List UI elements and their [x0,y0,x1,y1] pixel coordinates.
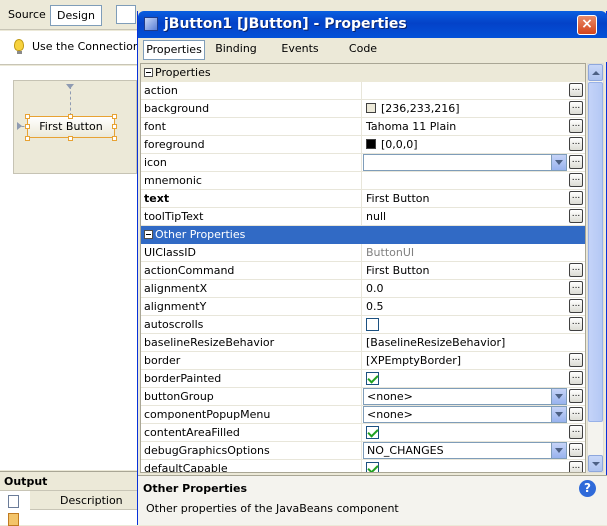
tab-design[interactable]: Design [50,5,102,26]
guide-line [70,86,71,116]
ellipsis-button[interactable]: ... [569,317,583,331]
contentareafilled-checkbox[interactable] [366,426,379,439]
chevron-down-icon[interactable] [551,155,566,170]
ellipsis-button[interactable]: ... [569,299,583,313]
autoscrolls-checkbox[interactable] [366,318,379,331]
debuggraphicsoptions-combo[interactable]: NO_CHANGES [363,442,567,459]
ellipsis-button[interactable]: ... [569,173,583,187]
tab-source[interactable]: Source [2,5,52,26]
scroll-down-icon[interactable] [588,455,603,472]
buttongroup-combo[interactable]: <none> [363,388,567,405]
chevron-down-icon[interactable] [551,443,566,458]
resize-handle[interactable] [112,124,117,129]
ellipsis-button[interactable]: ... [569,353,583,367]
property-row-action[interactable]: action ... [141,82,585,100]
resize-handle[interactable] [68,136,73,141]
property-row-alignmentx[interactable]: alignmentX 0.0 ... [141,280,585,298]
property-row-borderpainted[interactable]: borderPainted ... [141,370,585,388]
property-row-buttongroup[interactable]: buttonGroup <none> ... [141,388,585,406]
property-row-icon[interactable]: icon ... [141,154,585,172]
folder-icon [8,513,19,526]
category-properties[interactable]: Properties [141,64,585,82]
resize-handle[interactable] [112,136,117,141]
resize-handle[interactable] [25,124,30,129]
ellipsis-button[interactable]: ... [569,281,583,295]
collapse-icon[interactable] [144,68,153,77]
hint-text: Use the Connection M [32,40,153,53]
description-panel: Other Properties Other properties of the… [138,475,607,525]
resize-handle[interactable] [112,114,117,119]
properties-window: jButton1 [JButton] - Properties × Proper… [137,11,607,525]
description-title: Other Properties [143,482,247,495]
bean-icon [144,17,158,31]
ellipsis-button[interactable]: ... [569,425,583,439]
ellipsis-button[interactable]: ... [569,155,583,169]
properties-tabs: Properties Binding Events Code [138,38,607,62]
property-row-componentpopupmenu[interactable]: componentPopupMenu <none> ... [141,406,585,424]
property-row-foreground[interactable]: foreground [0,0,0] ... [141,136,585,154]
ellipsis-button[interactable]: ... [569,407,583,421]
property-row-alignmenty[interactable]: alignmentY 0.5 ... [141,298,585,316]
title-bar[interactable]: jButton1 [JButton] - Properties × [138,11,607,38]
resize-handle[interactable] [25,114,30,119]
color-swatch [366,103,376,113]
window-title: jButton1 [JButton] - Properties [164,16,407,32]
ellipsis-button[interactable]: ... [569,389,583,403]
lightbulb-icon [14,39,24,54]
tab-binding[interactable]: Binding [210,40,262,60]
collapse-icon[interactable] [144,230,153,239]
description-text: Other properties of the JavaBeans compon… [146,502,399,515]
property-row-baselineresizebehavior[interactable]: baselineResizeBehavior [BaselineResizeBe… [141,334,585,352]
resize-handle[interactable] [25,136,30,141]
scroll-up-icon[interactable] [588,64,603,81]
property-row-actioncommand[interactable]: actionCommand First Button ... [141,262,585,280]
tab-properties[interactable]: Properties [143,40,205,60]
componentpopupmenu-combo[interactable]: <none> [363,406,567,423]
document-icon [8,495,19,508]
property-row-uiclassid[interactable]: UIClassID ButtonUI [141,244,585,262]
ellipsis-button[interactable]: ... [569,371,583,385]
ellipsis-button[interactable]: ... [569,191,583,205]
chevron-down-icon[interactable] [551,407,566,422]
ellipsis-button[interactable]: ... [569,83,583,97]
vertical-scrollbar[interactable] [587,63,604,473]
category-other-properties[interactable]: Other Properties [141,226,585,244]
ellipsis-button[interactable]: ... [569,263,583,277]
chevron-down-icon[interactable] [551,389,566,404]
borderpainted-checkbox[interactable] [366,372,379,385]
output-column-description[interactable]: Description [30,491,150,510]
ellipsis-button[interactable]: ... [569,209,583,223]
ellipsis-button[interactable]: ... [569,137,583,151]
property-sheet: Properties action ... background [236,23… [140,63,586,473]
property-row-contentareafilled[interactable]: contentAreaFilled ... [141,424,585,442]
close-button[interactable]: × [577,15,597,35]
scroll-thumb[interactable] [588,82,603,422]
color-swatch [366,139,376,149]
ellipsis-button[interactable]: ... [569,461,583,472]
design-first-button[interactable]: First Button [27,116,115,138]
ellipsis-button[interactable]: ... [569,119,583,133]
property-row-tooltiptext[interactable]: toolTipText null ... [141,208,585,226]
property-row-text[interactable]: text First Button ... [141,190,585,208]
ellipsis-button[interactable]: ... [569,101,583,115]
property-row-mnemonic[interactable]: mnemonic ... [141,172,585,190]
property-row-font[interactable]: font Tahoma 11 Plain ... [141,118,585,136]
selection-mode-icon[interactable] [116,5,136,24]
defaultcapable-checkbox[interactable] [366,462,379,472]
resize-handle[interactable] [68,114,73,119]
property-row-background[interactable]: background [236,233,216] ... [141,100,585,118]
tab-code[interactable]: Code [336,40,390,60]
tab-events[interactable]: Events [274,40,326,60]
icon-combo[interactable] [363,154,567,171]
property-row-defaultcapable[interactable]: defaultCapable ... [141,460,585,472]
ellipsis-button[interactable]: ... [569,443,583,457]
property-row-border[interactable]: border [XPEmptyBorder] ... [141,352,585,370]
help-icon[interactable]: ? [579,480,596,497]
property-row-debuggraphicsoptions[interactable]: debugGraphicsOptions NO_CHANGES ... [141,442,585,460]
property-row-autoscrolls[interactable]: autoscrolls ... [141,316,585,334]
